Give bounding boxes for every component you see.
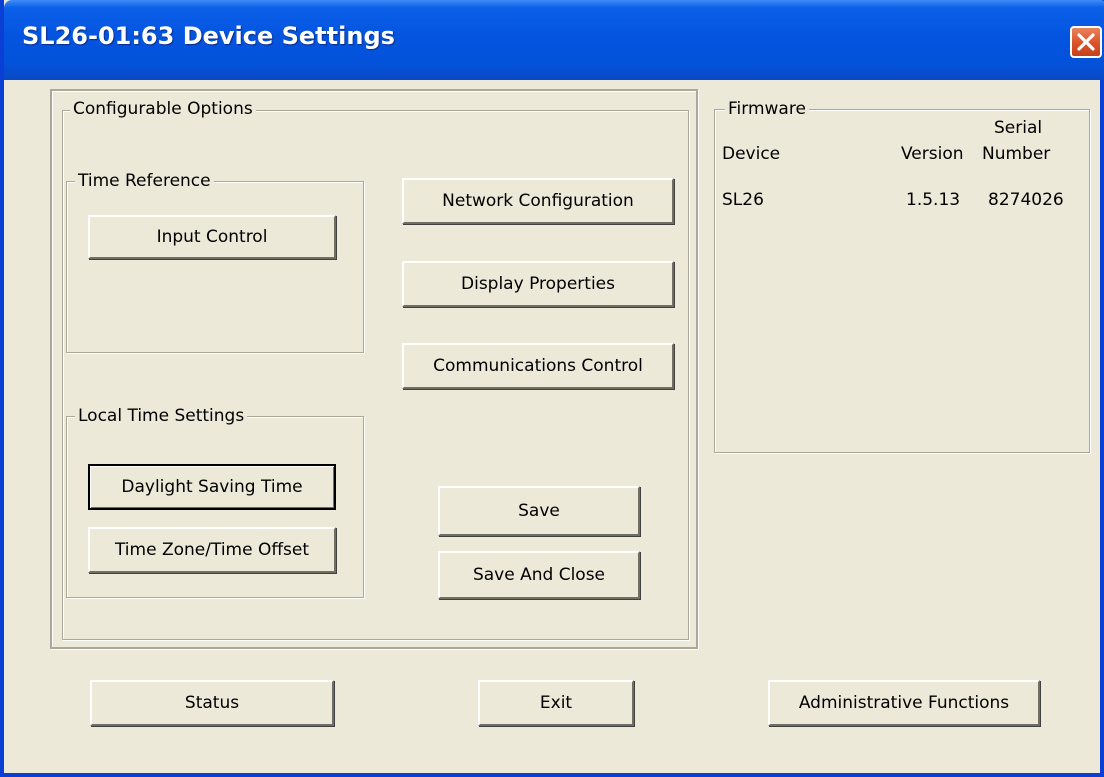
firmware-header-serial-line2: Number — [982, 144, 1051, 164]
firmware-row-serial: 8274026 — [988, 190, 1064, 210]
configurable-options-caption: Configurable Options — [70, 99, 256, 119]
status-button[interactable]: Status — [90, 680, 334, 726]
communications-control-button[interactable]: Communications Control — [402, 343, 674, 389]
display-properties-button[interactable]: Display Properties — [402, 261, 674, 307]
local-time-settings-label: Local Time Settings — [75, 406, 248, 426]
title-bar[interactable]: SL26-01:63 Device Settings — [4, 0, 1104, 80]
time-reference-group: Time Reference — [66, 171, 364, 353]
network-configuration-button[interactable]: Network Configuration — [402, 178, 674, 224]
close-icon — [1077, 33, 1095, 51]
time-zone-offset-button[interactable]: Time Zone/Time Offset — [88, 527, 336, 573]
firmware-header-version: Version — [901, 144, 964, 164]
window-title: SL26-01:63 Device Settings — [22, 22, 395, 50]
firmware-label: Firmware — [725, 99, 809, 119]
firmware-row-version: 1.5.13 — [906, 190, 961, 210]
save-button[interactable]: Save — [438, 486, 640, 536]
input-control-button[interactable]: Input Control — [88, 215, 336, 259]
time-reference-label: Time Reference — [75, 171, 214, 191]
daylight-saving-time-button[interactable]: Daylight Saving Time — [88, 464, 336, 510]
firmware-header-serial-line1: Serial — [994, 118, 1043, 138]
firmware-header-device: Device — [722, 144, 781, 164]
administrative-functions-button[interactable]: Administrative Functions — [768, 680, 1040, 726]
close-button[interactable] — [1070, 26, 1102, 58]
client-area: Configurable Options Configurable Option… — [8, 80, 1104, 773]
firmware-row-device: SL26 — [722, 190, 764, 210]
exit-button[interactable]: Exit — [478, 680, 634, 726]
save-and-close-button[interactable]: Save And Close — [438, 551, 640, 599]
device-settings-window: SL26-01:63 Device Settings Configurable … — [0, 0, 1104, 777]
